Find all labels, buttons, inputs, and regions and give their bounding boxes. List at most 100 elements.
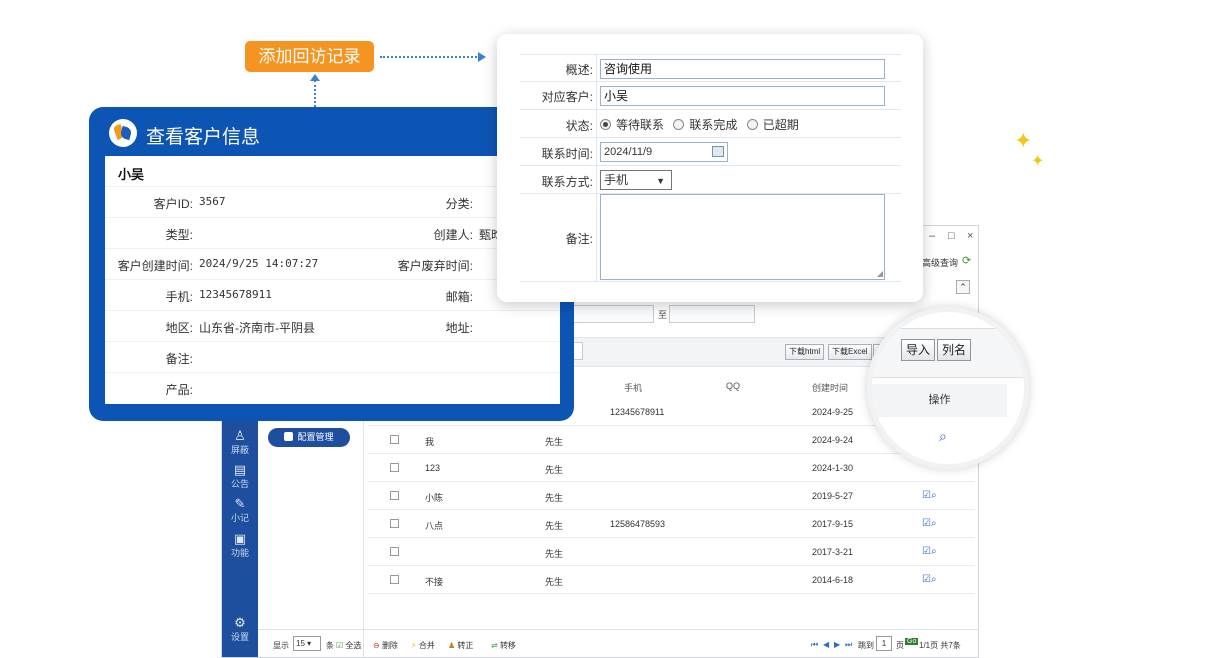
magnified-view-icon[interactable]: ⌕ — [939, 428, 947, 445]
maximize-button[interactable]: □ — [948, 230, 955, 242]
row-actions[interactable]: ☑⌕ — [922, 490, 937, 501]
edit-icon[interactable]: ☑ — [922, 546, 931, 557]
row-actions[interactable]: ☑⌕ — [922, 546, 937, 557]
transfer-button[interactable]: ⇌ 转移 — [491, 640, 516, 651]
table-row[interactable]: 123 先生 2024-1-30 — [368, 454, 975, 482]
table-row[interactable]: 八点 先生 12586478593 2017-9-15 ☑⌕ — [368, 510, 975, 538]
field-label: 手机: — [165, 290, 193, 304]
notice-icon: ▤ — [233, 462, 247, 477]
row-checkbox[interactable] — [390, 435, 399, 444]
table-row[interactable]: 先生 2017-3-21 ☑⌕ — [368, 538, 975, 566]
page-info: 1/1页 共7条 — [919, 641, 961, 650]
delete-label: 删除 — [381, 641, 398, 650]
date-to-input[interactable] — [669, 305, 755, 323]
merge-button[interactable]: ⚡ 合并 — [411, 640, 435, 651]
cell-created: 2024-9-24 — [812, 435, 854, 445]
info-row: 产品: — [105, 372, 560, 403]
config-icon — [284, 432, 294, 441]
config-management-button[interactable]: 配置管理 — [268, 428, 350, 447]
delete-button[interactable]: ⊖ 删除 — [373, 640, 398, 651]
row-checkbox[interactable] — [390, 575, 399, 584]
arrow-right-icon — [478, 52, 486, 62]
table-row[interactable]: 小陈 先生 2019-5-27 ☑⌕ — [368, 482, 975, 510]
view-icon[interactable]: ⌕ — [931, 546, 937, 557]
column-header-qq[interactable]: QQ — [726, 381, 740, 391]
advanced-search-link[interactable]: 高级查询 — [922, 256, 958, 269]
field-label: 地址: — [445, 321, 473, 335]
customer-input[interactable]: 小吴 — [600, 86, 885, 106]
magnified-column-names-button[interactable]: 列名 — [937, 339, 972, 361]
cell-phone: 12586478593 — [610, 519, 666, 529]
note-textarea[interactable]: ◢ — [600, 194, 885, 280]
field-label: 创建人: — [433, 228, 473, 242]
go-button[interactable]: Go — [905, 638, 919, 645]
status-radio-done[interactable]: 联系完成 — [673, 118, 737, 132]
edit-icon[interactable]: ☑ — [922, 490, 931, 501]
row-separator — [596, 138, 597, 165]
close-button[interactable]: × — [967, 230, 973, 242]
first-page-icon[interactable]: ⏮ — [811, 640, 818, 650]
followup-form-dialog: 概述: 咨询使用 对应客户: 小吴 状态: 等待联系 联系完成 已超期 联系时间… — [497, 34, 923, 302]
cell-created: 2024-1-30 — [812, 463, 854, 473]
column-header-created[interactable]: 创建时间 — [812, 381, 848, 394]
page-size-select[interactable]: 15 ▾ — [293, 636, 321, 651]
download-html-button[interactable]: 下载html — [785, 344, 825, 360]
view-icon[interactable]: ⌕ — [931, 574, 937, 585]
status-radio-waiting[interactable]: 等待联系 — [600, 118, 664, 132]
resize-grip-icon[interactable]: ◢ — [877, 269, 883, 278]
radio-label: 已超期 — [762, 118, 799, 132]
select-all-button[interactable]: ☑ 全选 — [336, 640, 361, 651]
download-excel-button[interactable]: 下载Excel — [828, 344, 872, 360]
prev-page-icon[interactable]: ◀ — [823, 640, 829, 649]
form-row-summary: 概述: 咨询使用 — [520, 54, 901, 82]
collapse-filter-button[interactable]: ⌃ — [956, 280, 970, 294]
column-header-phone[interactable]: 手机 — [624, 381, 642, 394]
status-radio-overdue[interactable]: 已超期 — [746, 118, 799, 132]
row-checkbox[interactable] — [390, 547, 399, 556]
edit-icon[interactable]: ☑ — [922, 518, 931, 529]
table-row[interactable]: 不接 先生 2014-6-18 ☑⌕ — [368, 566, 975, 594]
cell-created: 2017-9-15 — [812, 519, 854, 529]
sidebar-nav-notes[interactable]: ✎ 小记 — [222, 497, 258, 524]
radio-label: 联系完成 — [689, 118, 738, 132]
form-row-note: 备注: ◢ — [520, 194, 901, 282]
arrow-up-icon — [310, 74, 320, 81]
form-row-contact-method: 联系方式: 手机 ▼ — [520, 166, 901, 194]
next-page-icon[interactable]: ▶ — [834, 640, 840, 649]
field-value: 3567 — [199, 195, 226, 208]
magnified-import-button[interactable]: 导入 — [901, 339, 936, 361]
calendar-icon[interactable] — [712, 146, 724, 157]
last-page-icon[interactable]: ⏭ — [845, 640, 852, 650]
check-icon: ☑ — [336, 641, 344, 650]
sidebar-nav-label: 公告 — [230, 479, 249, 489]
magnifier-zoom: 导入 列名 操作 ⌕ — [867, 307, 1029, 469]
sidebar-nav-settings[interactable]: ⚙ 设置 — [222, 616, 258, 643]
goto-label: 跳到 — [858, 641, 874, 650]
summary-input[interactable]: 咨询使用 — [600, 59, 885, 79]
customer-label: 对应客户: — [541, 90, 593, 104]
contact-method-select[interactable]: 手机 ▼ — [600, 170, 672, 190]
radio-dot-icon — [600, 119, 611, 130]
view-icon[interactable]: ⌕ — [931, 518, 937, 529]
contact-time-input[interactable]: 2024/11/9 — [600, 142, 728, 162]
field-label: 邮箱: — [445, 290, 473, 304]
sidebar-nav-notice[interactable]: ▤ 公告 — [222, 463, 258, 490]
view-icon[interactable]: ⌕ — [931, 490, 937, 501]
edit-icon[interactable]: ☑ — [922, 574, 931, 585]
row-checkbox[interactable] — [390, 519, 399, 528]
minimize-button[interactable]: – — [929, 230, 935, 242]
refresh-icon[interactable]: ⟳ — [962, 254, 971, 267]
sidebar-nav-functions[interactable]: ▣ 功能 — [222, 532, 258, 559]
row-checkbox[interactable] — [390, 463, 399, 472]
cell-name: 123 — [425, 463, 441, 473]
goto-page-input[interactable]: 1 — [876, 636, 892, 651]
card-body: 小吴 客户ID: 3567 分类: 类型: 创建人: 甄昀 客户创建时间: 20… — [105, 156, 560, 404]
screenshot-stage: ♙ 屏蔽 ▤ 公告 ✎ 小记 ▣ 功能 ⚙ 设置 配置管理 – □ × 高级查询 ⟳ ⌃ … — [0, 0, 1209, 658]
date-from-input[interactable] — [570, 305, 654, 323]
row-actions[interactable]: ☑⌕ — [922, 574, 937, 585]
info-row: 客户创建时间: 2024/9/25 14:07:27 客户废弃时间: — [105, 248, 560, 279]
row-checkbox[interactable] — [390, 491, 399, 500]
sidebar-nav-shield[interactable]: ♙ 屏蔽 — [222, 429, 258, 456]
row-actions[interactable]: ☑⌕ — [922, 518, 937, 529]
convert-button[interactable]: ♟ 转正 — [448, 640, 473, 651]
